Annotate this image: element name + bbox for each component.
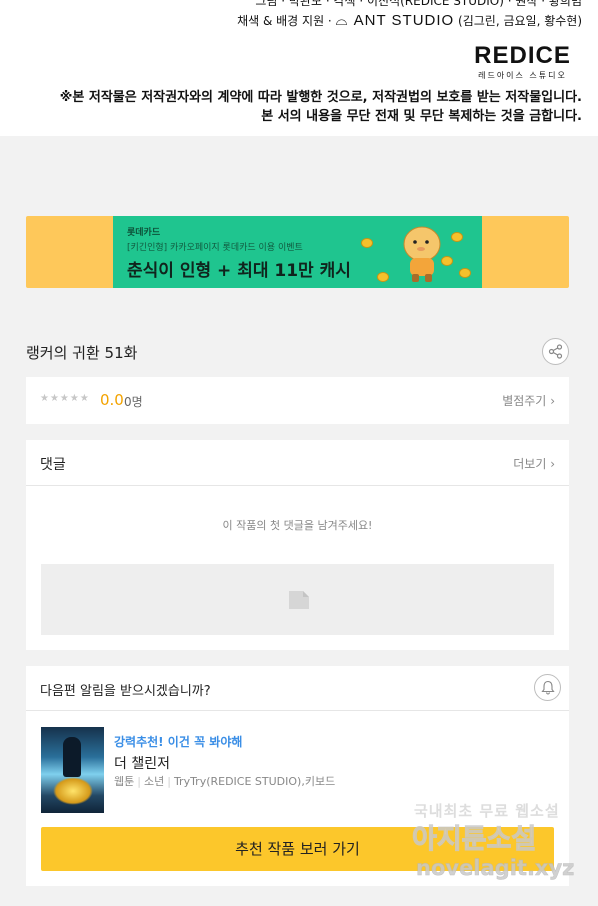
meta-authors: TryTry(REDICE STUDIO),키보드 xyxy=(173,775,336,788)
ad-banner-inner[interactable]: 롯데카드 [키긴인형] 카카오페이지 롯데카드 이용 이벤트 춘식이 인형 + … xyxy=(113,216,482,288)
redice-logo-mark: REDICE xyxy=(474,42,571,69)
rating-stars: ★★★★★ xyxy=(40,393,90,404)
recommendation-card: 다음편 알림을 받으시겠습니까? 강력추천! 이건 꼭 봐야해 더 챌린저 웹툰… xyxy=(26,666,569,886)
view-recommended-button[interactable]: 추천 작품 보러 가기 xyxy=(41,827,554,871)
rating-card: ★★★★★ 0.0 0명 별점주기 › xyxy=(26,377,569,424)
notify-header: 다음편 알림을 받으시겠습니까? xyxy=(26,666,569,711)
redice-logo-sub: 레드아이스 스튜디오 xyxy=(478,71,567,80)
meta-subgenre: 소년 xyxy=(143,775,165,788)
image-placeholder-icon xyxy=(289,591,309,609)
bell-icon xyxy=(540,680,555,695)
comment-input[interactable] xyxy=(41,564,554,635)
credits-line-artists: 그림 · 박완모 · 각색 · 이진석(REDICE STUDIO) · 원작 … xyxy=(255,0,582,8)
meta-separator: | xyxy=(137,775,141,788)
copyright-notice-1: ※본 저작물은 저작권자와의 계약에 따라 발행한 것으로, 저작권법의 보호를… xyxy=(59,90,582,105)
recommended-work-title[interactable]: 더 챌린저 xyxy=(114,753,170,773)
rating-count: 0명 xyxy=(124,395,143,409)
coin-icon xyxy=(377,272,389,282)
ant-studio-name: ANT STUDIO xyxy=(353,12,455,29)
rate-button[interactable]: 별점주기 › xyxy=(502,392,555,409)
ad-headline: 춘식이 인형 + 최대 11만 캐시 xyxy=(127,261,351,281)
chevron-right-icon: › xyxy=(550,457,555,471)
credits-support-suffix: (김그린, 금요일, 황수현) xyxy=(454,14,582,28)
coin-icon xyxy=(361,238,373,248)
coin-icon xyxy=(441,256,453,266)
credits-support-prefix: 채색 & 배경 지원 · xyxy=(237,14,336,28)
notify-question: 다음편 알림을 받으시겠습니까? xyxy=(40,684,211,699)
chunsik-character-icon xyxy=(403,226,441,282)
share-button[interactable] xyxy=(542,338,569,365)
thumbnail-figure xyxy=(63,737,81,777)
ad-brand: 롯데카드 xyxy=(127,228,161,238)
thumbnail-glow xyxy=(53,777,93,805)
credits-line-support: 채색 & 배경 지원 · ⌓ ANT STUDIO (김그린, 금요일, 황수현… xyxy=(237,12,582,29)
share-icon xyxy=(548,344,563,359)
notify-bell-button[interactable] xyxy=(534,674,561,701)
credits-block: 그림 · 박완모 · 각색 · 이진석(REDICE STUDIO) · 원작 … xyxy=(0,0,598,136)
recommended-work-meta: 웹툰 | 소년 | TryTry(REDICE STUDIO),키보드 xyxy=(114,773,335,789)
episode-title: 랭커의 귀환 51화 xyxy=(26,344,138,362)
redice-logo: REDICE 레드아이스 스튜디오 xyxy=(465,44,580,81)
meta-genre: 웹툰 xyxy=(114,775,135,788)
copyright-notice-2: 본 서의 내용을 무단 전재 및 무단 복제하는 것을 금합니다. xyxy=(261,109,582,124)
comments-header: 댓글 더보기 › xyxy=(26,440,569,486)
comments-card: 댓글 더보기 › 이 작품의 첫 댓글을 남겨주세요! xyxy=(26,440,569,650)
comments-title: 댓글 xyxy=(40,457,66,473)
chevron-right-icon: › xyxy=(550,394,555,408)
recommended-work-thumbnail[interactable] xyxy=(41,727,104,813)
meta-separator: | xyxy=(167,775,171,788)
comments-more-label: 더보기 xyxy=(513,457,547,471)
comments-empty-message: 이 작품의 첫 댓글을 남겨주세요! xyxy=(222,519,373,532)
coin-icon xyxy=(451,232,463,242)
rate-button-label: 별점주기 xyxy=(502,394,547,408)
ant-studio-logo: ⌓ ANT STUDIO xyxy=(335,12,455,29)
rating-score: 0.0 xyxy=(100,391,124,409)
ad-banner[interactable]: 롯데카드 [키긴인형] 카카오페이지 롯데카드 이용 이벤트 춘식이 인형 + … xyxy=(26,216,569,288)
coin-icon xyxy=(459,268,471,278)
recommendation-tag: 강력추천! 이건 꼭 봐야해 xyxy=(114,735,243,749)
ad-subtitle: [키긴인형] 카카오페이지 롯데카드 이용 이벤트 xyxy=(127,243,303,253)
comments-more-button[interactable]: 더보기 › xyxy=(513,455,555,472)
